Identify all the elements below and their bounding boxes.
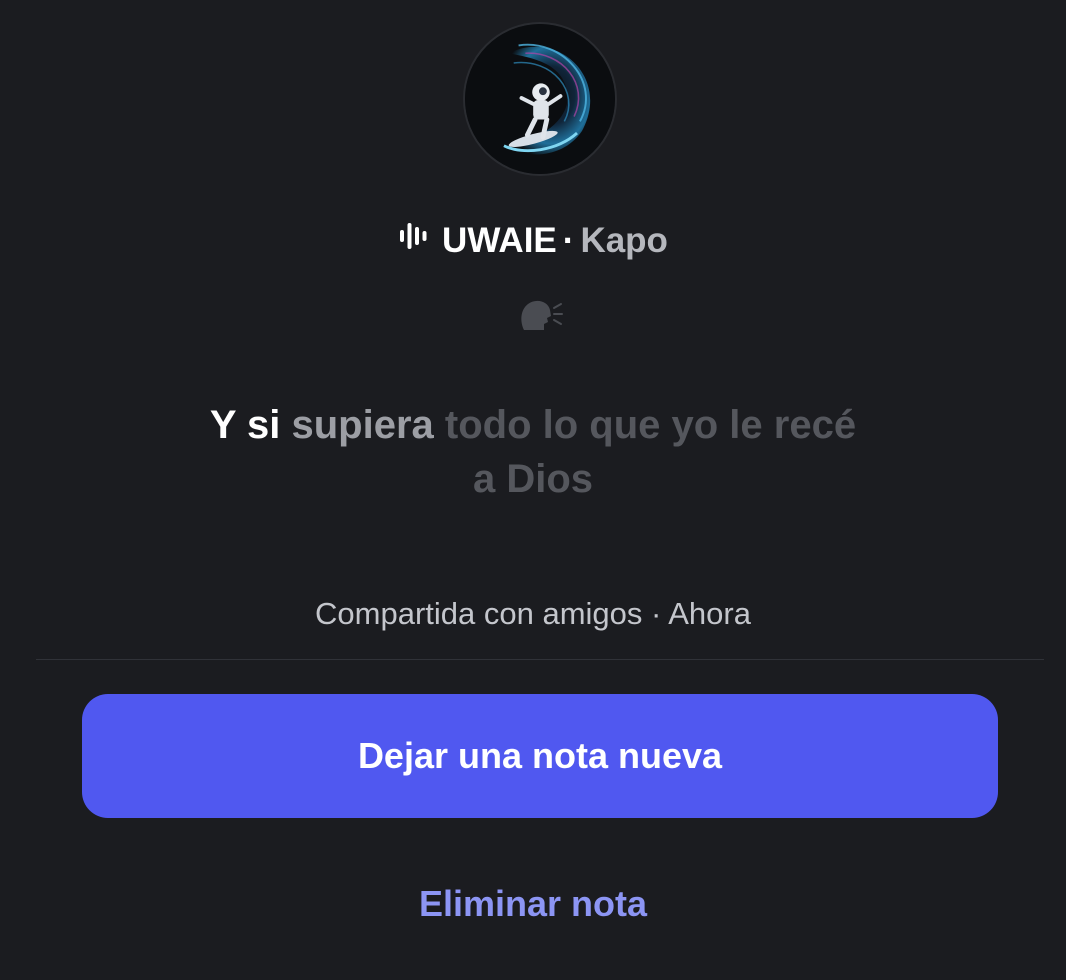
speaking-head-icon — [516, 296, 564, 336]
astronaut-surfing-wave-avatar — [465, 24, 615, 174]
note-detail-sheet: UWAIE · Kapo Y si supiera todo lo que yo l… — [0, 0, 1066, 980]
divider — [36, 659, 1044, 660]
song-title: UWAIE — [442, 221, 557, 260]
share-audience-timestamp: Compartida con amigos · Ahora — [315, 596, 751, 631]
note-lyric: Y si supiera todo lo que yo le recé a Di… — [183, 398, 883, 506]
song-info[interactable]: UWAIE · Kapo — [0, 218, 1066, 264]
lyric-active-words: Y si — [209, 403, 281, 447]
lyric-upcoming-words-line2: a Dios — [472, 457, 594, 501]
lyric-upcoming-words: todo lo que yo le recé — [444, 403, 857, 447]
audio-bars-icon — [398, 217, 428, 263]
leave-new-note-button[interactable]: Dejar una nota nueva — [82, 694, 998, 818]
lyric-current-word: supiera — [291, 403, 434, 447]
delete-note-button[interactable]: Eliminar nota — [0, 880, 1066, 928]
song-artist: Kapo — [580, 221, 668, 260]
avatar — [463, 22, 617, 176]
song-separator: · — [562, 221, 575, 260]
